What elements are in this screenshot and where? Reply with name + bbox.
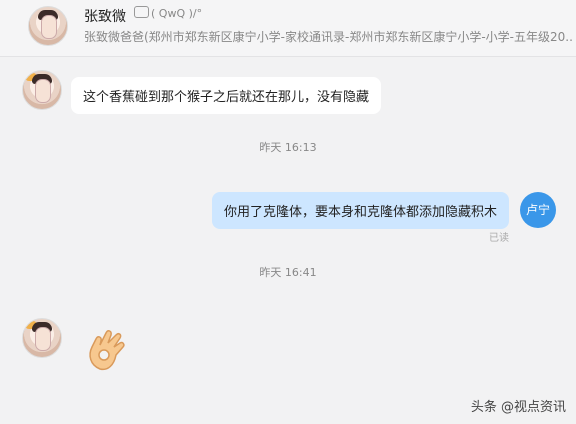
status-bubble-icon — [134, 6, 149, 18]
status-text: ( QwQ )/° — [151, 7, 203, 20]
read-status: 已读 — [489, 233, 509, 244]
self-avatar[interactable]: 卢宁 — [520, 192, 556, 228]
sender-avatar[interactable] — [22, 70, 62, 110]
outgoing-message-bubble[interactable]: 你用了克隆体，要本身和克隆体都添加隐藏积木 — [211, 192, 509, 229]
avatar-face — [35, 327, 51, 351]
ok-hand-emoji[interactable] — [86, 325, 130, 373]
avatar-face — [41, 15, 57, 39]
message-timestamp: 昨天 16:41 — [259, 266, 317, 279]
contact-name[interactable]: 张致微 — [84, 6, 126, 26]
contact-subtitle: 张致微爸爸(郑州市郑东新区康宁小学-家校通讯录-郑州市郑东新区康宁小学-小学-五… — [84, 30, 572, 44]
watermark: 头条 @视点资讯 — [470, 400, 566, 415]
sender-avatar[interactable] — [22, 318, 62, 358]
chat-header: 张致微 ( QwQ )/° 张致微爸爸(郑州市郑东新区康宁小学-家校通讯录-郑州… — [0, 0, 576, 57]
message-timestamp: 昨天 16:13 — [259, 141, 317, 154]
incoming-message-bubble[interactable]: 这个香蕉碰到那个猴子之后就还在那儿，没有隐藏 — [71, 77, 382, 114]
contact-status: ( QwQ )/° — [134, 6, 202, 20]
contact-avatar[interactable] — [28, 6, 68, 46]
avatar-face — [35, 79, 51, 103]
